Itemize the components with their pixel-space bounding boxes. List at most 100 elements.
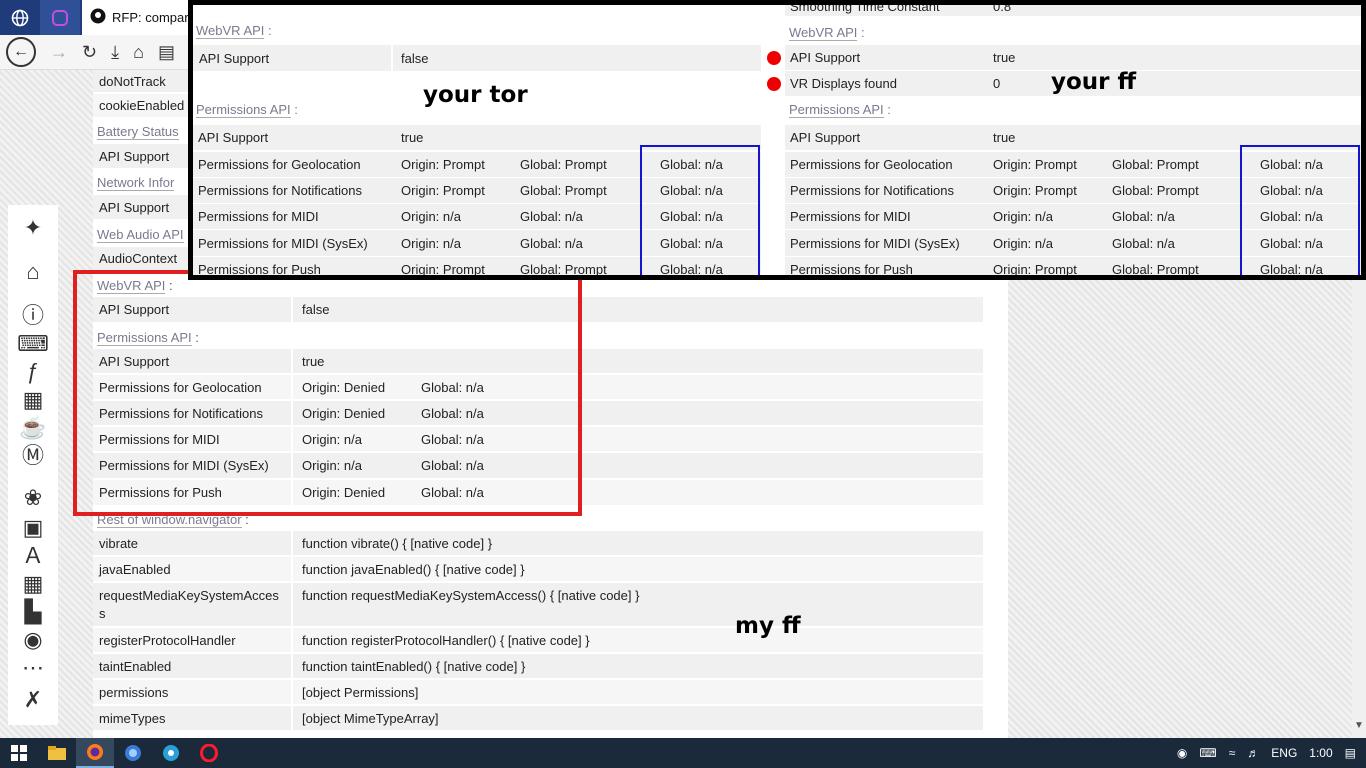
- github-icon: [90, 8, 106, 27]
- comparison-overlay: WebVR API : API Support false your tor P…: [188, 0, 1366, 280]
- opera-icon[interactable]: [190, 738, 228, 768]
- row-key: Permissions for MIDI: [790, 209, 911, 224]
- image-icon[interactable]: ▣: [8, 517, 58, 539]
- notifications-icon[interactable]: ▤: [1345, 746, 1356, 760]
- section-title: Battery Status: [97, 124, 179, 140]
- language-indicator[interactable]: ENG: [1271, 746, 1297, 760]
- navigation-toolbar: ← → ↻ ⤓ ⌂ ▤: [0, 35, 190, 70]
- webgl-icon[interactable]: Ⓜ: [8, 445, 58, 467]
- plugin-icon[interactable]: ❀: [8, 487, 58, 509]
- row-key: requestMediaKeySystemAcces s: [93, 583, 293, 626]
- row-key: taintEnabled: [93, 654, 293, 678]
- table-row: javaEnabled function javaEnabled() { [na…: [93, 557, 983, 583]
- clock[interactable]: 1:00: [1309, 746, 1332, 760]
- table-row: vibrate function vibrate() { [native cod…: [93, 531, 983, 557]
- row-value: true: [993, 130, 1016, 145]
- row-value: Origin: Prompt: [401, 183, 485, 198]
- table-row: API Support true: [785, 45, 1361, 71]
- row-global: Global: n/a: [1112, 209, 1175, 224]
- download-icon[interactable]: ⤓: [111, 43, 119, 61]
- annotation-your-tor: your tor: [423, 82, 528, 108]
- row-key: Permissions for Geolocation: [198, 157, 361, 172]
- section-title: Web Audio API: [97, 227, 184, 243]
- tor-browser-icon[interactable]: [114, 738, 152, 768]
- reload-icon[interactable]: ↻: [82, 43, 97, 61]
- table-row: requestMediaKeySystemAcces s function re…: [93, 583, 983, 628]
- row-key: API Support: [198, 130, 269, 145]
- app-tray-icon[interactable]: ◉: [1177, 746, 1187, 760]
- script-icon[interactable]: ⌨: [8, 333, 58, 355]
- more-icon[interactable]: ⋯: [8, 657, 58, 679]
- status-dot-red: [767, 77, 781, 91]
- row-value: function vibrate() { [native code] }: [302, 535, 493, 551]
- row-value: Origin: n/a: [401, 209, 461, 224]
- row-global: Global: Prompt: [1112, 157, 1199, 172]
- reader-icon[interactable]: ▤: [158, 43, 175, 61]
- windows-icon[interactable]: ▦: [8, 389, 58, 411]
- forward-icon[interactable]: →: [50, 43, 68, 61]
- file-explorer-icon[interactable]: [38, 738, 76, 768]
- row-value: function taintEnabled() { [native code] …: [302, 658, 526, 674]
- annotation-my-ff: my ff: [735, 613, 801, 639]
- row-key: API Support: [193, 45, 393, 71]
- row-value: Origin: Prompt: [993, 157, 1077, 172]
- input-method-icon[interactable]: ⌨: [1199, 746, 1216, 760]
- location-icon[interactable]: ◉: [8, 629, 58, 651]
- tool-sidebar: ✦ ⌂ ⓘ ⌨ ƒ ▦ ☕ Ⓜ ❀ ▣ Ａ ▦ ▙ ◉ ⋯ ✗: [8, 205, 58, 725]
- tab-firefox-icon[interactable]: [40, 0, 80, 35]
- pin-icon[interactable]: ✦: [8, 217, 58, 239]
- row-value: Origin: n/a: [401, 235, 461, 251]
- browser-icon[interactable]: [152, 738, 190, 768]
- status-dot-red: [767, 51, 781, 65]
- table-row: mimeTypes [object MimeTypeArray]: [93, 706, 983, 732]
- row-key: API Support: [790, 50, 861, 65]
- scrollbar[interactable]: ▼: [1352, 280, 1366, 738]
- row-key: VR Displays found: [790, 76, 897, 91]
- flash-icon[interactable]: ƒ: [8, 361, 58, 383]
- row-global: Global: n/a: [520, 235, 583, 251]
- info-icon[interactable]: ⓘ: [8, 305, 58, 327]
- row-global: Global: Prompt: [1112, 183, 1199, 198]
- volume-icon[interactable]: ♬: [1247, 746, 1259, 760]
- table-row: API Support false: [193, 45, 761, 72]
- row-value: Origin: n/a: [993, 235, 1053, 251]
- row-value: false: [401, 50, 429, 66]
- java-cup-icon[interactable]: ☕: [8, 417, 58, 439]
- globe-icon[interactable]: [0, 0, 40, 35]
- row-key: mimeTypes: [93, 706, 293, 730]
- row-global: Global: Prompt: [520, 183, 607, 198]
- row-key: Permissions for Notifications: [790, 183, 954, 198]
- section-title: Permissions API :: [196, 102, 298, 118]
- firewall-icon[interactable]: ▦: [8, 573, 58, 595]
- tools-icon[interactable]: ✗: [8, 689, 58, 711]
- row-key-line1: requestMediaKeySystemAcces: [99, 587, 279, 603]
- firefox-icon[interactable]: [76, 738, 114, 768]
- row-global: Global: Prompt: [520, 157, 607, 172]
- row-key: permissions: [93, 680, 293, 704]
- row-key: vibrate: [93, 531, 293, 555]
- row-value: Origin: Prompt: [401, 262, 485, 277]
- wifi-icon[interactable]: ≈: [1229, 746, 1236, 760]
- row-key: Permissions for MIDI (SysEx): [790, 235, 960, 251]
- tab-active[interactable]: RFP: comparin: [82, 0, 192, 35]
- section-title: Permissions API :: [789, 102, 891, 118]
- row-value: Origin: Prompt: [993, 262, 1077, 277]
- row-value: function javaEnabled() { [native code] }: [302, 561, 525, 577]
- row-key: Permissions for Notifications: [198, 183, 362, 198]
- home-icon[interactable]: ⌂: [8, 261, 58, 283]
- row-key: Permissions for MIDI: [198, 209, 319, 224]
- windows-start-icon[interactable]: [0, 738, 38, 768]
- fonts-icon[interactable]: Ａ: [8, 545, 58, 567]
- home-icon[interactable]: ⌂: [133, 43, 144, 61]
- row-value: true: [993, 50, 1016, 65]
- page-margin-right: [1008, 280, 1366, 738]
- stairs-icon[interactable]: ▙: [8, 601, 58, 623]
- back-icon[interactable]: ←: [6, 37, 36, 67]
- section-title: WebVR API :: [789, 25, 865, 41]
- table-row: permissions [object Permissions]: [93, 680, 983, 706]
- row-key: Permissions for MIDI (SysEx): [198, 235, 368, 251]
- row-global: Global: n/a: [1112, 235, 1175, 251]
- row-key: Permissions for Push: [790, 262, 913, 277]
- highlight-box-blue: [640, 145, 760, 275]
- row-key: API Support: [790, 130, 861, 145]
